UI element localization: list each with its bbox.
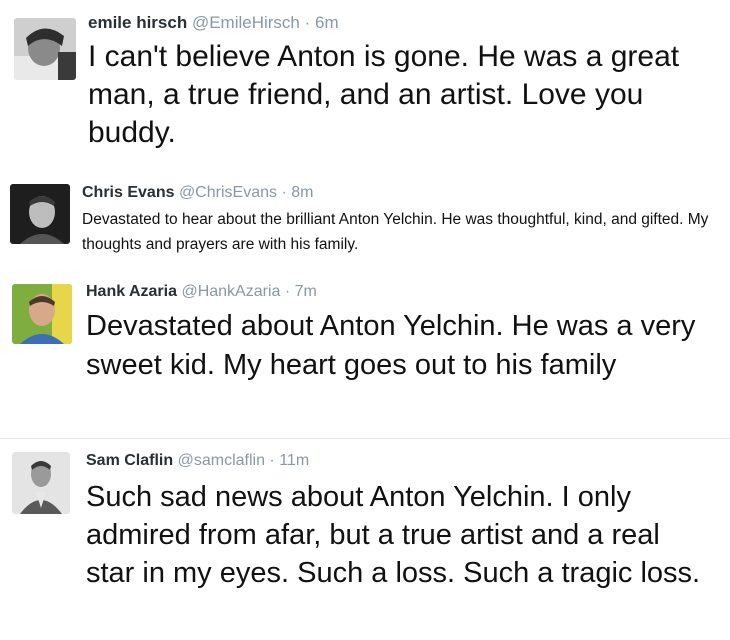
tweet-header: Chris Evans @ChrisEvans · 8m <box>82 184 313 202</box>
separator-dot: · <box>269 452 275 469</box>
tweet-chris-evans[interactable]: Chris Evans @ChrisEvans · 8m Devastated … <box>0 172 730 270</box>
tweet-text: Such sad news about Anton Yelchin. I onl… <box>86 481 701 589</box>
user-name[interactable]: Hank Azaria <box>86 283 177 300</box>
user-name[interactable]: emile hirsch <box>88 13 187 32</box>
tweet-timestamp[interactable]: 6m <box>315 13 339 32</box>
tweet-divider <box>0 438 730 439</box>
tweet-text: I can't believe Anton is gone. He was a … <box>88 40 680 149</box>
tweet-timestamp[interactable]: 8m <box>291 184 313 201</box>
separator-dot: · <box>281 184 287 201</box>
tweet-header: Hank Azaria @HankAzaria · 7m <box>86 283 317 301</box>
separator-dot: · <box>304 13 311 32</box>
user-name[interactable]: Sam Claflin <box>86 452 173 469</box>
tweet-timestamp[interactable]: 7m <box>295 283 317 300</box>
tweet-emile-hirsch[interactable]: emile hirsch @EmileHirsch · 6m I can't b… <box>0 0 730 170</box>
avatar-image <box>14 18 76 80</box>
user-handle[interactable]: @samclaflin <box>178 452 265 469</box>
user-handle[interactable]: @EmileHirsch <box>192 13 300 32</box>
user-handle[interactable]: @ChrisEvans <box>179 184 277 201</box>
tweet-text: Devastated to hear about the brilliant A… <box>82 211 709 253</box>
user-name[interactable]: Chris Evans <box>82 184 174 201</box>
tweet-hank-azaria[interactable]: Hank Azaria @HankAzaria · 7m Devastated … <box>0 272 730 438</box>
avatar[interactable] <box>12 452 70 514</box>
separator-dot: · <box>284 283 291 300</box>
tweet-text: Devastated about Anton Yelchin. He was a… <box>86 310 696 381</box>
tweet-header: emile hirsch @EmileHirsch · 6m <box>88 13 339 33</box>
avatar-image <box>10 184 70 244</box>
avatar[interactable] <box>12 284 72 344</box>
tweet-header: Sam Claflin @samclaflin · 11m <box>86 452 309 470</box>
tweet-sam-claflin[interactable]: Sam Claflin @samclaflin · 11m Such sad n… <box>0 440 730 640</box>
tweet-timestamp[interactable]: 11m <box>279 452 309 469</box>
avatar-image <box>12 452 70 514</box>
user-handle[interactable]: @HankAzaria <box>181 283 280 300</box>
avatar-image <box>12 284 72 344</box>
avatar[interactable] <box>14 18 76 80</box>
avatar[interactable] <box>10 184 70 244</box>
